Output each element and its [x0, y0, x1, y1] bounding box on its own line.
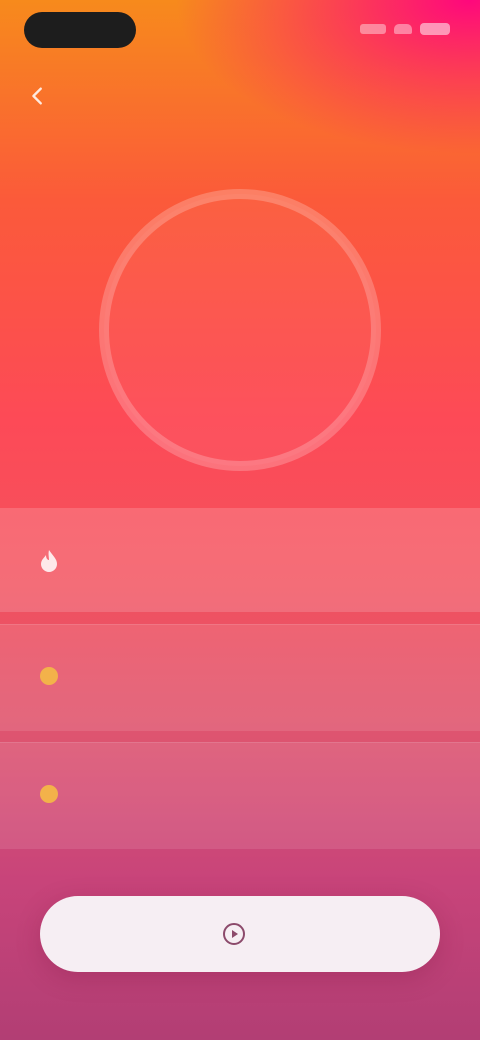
status-time	[24, 12, 136, 48]
list-item[interactable]	[0, 624, 480, 731]
back-button[interactable]	[18, 76, 58, 116]
sun-icon	[34, 661, 64, 691]
play-icon	[223, 923, 245, 945]
wifi-icon	[394, 24, 412, 34]
app-screen	[0, 0, 480, 1040]
sun-icon	[34, 779, 64, 809]
cellular-signal-icon	[360, 24, 386, 34]
list-item[interactable]	[0, 742, 480, 849]
chevron-left-icon	[32, 87, 42, 105]
status-icons	[360, 22, 452, 36]
navigation-bar	[0, 70, 480, 120]
summary-card[interactable]	[0, 508, 480, 612]
battery-icon	[420, 23, 450, 35]
timer-ring-graphic	[99, 189, 381, 471]
timer-ring	[88, 178, 392, 482]
start-button[interactable]	[40, 896, 440, 972]
flame-icon	[34, 546, 64, 576]
status-bar	[0, 0, 480, 64]
